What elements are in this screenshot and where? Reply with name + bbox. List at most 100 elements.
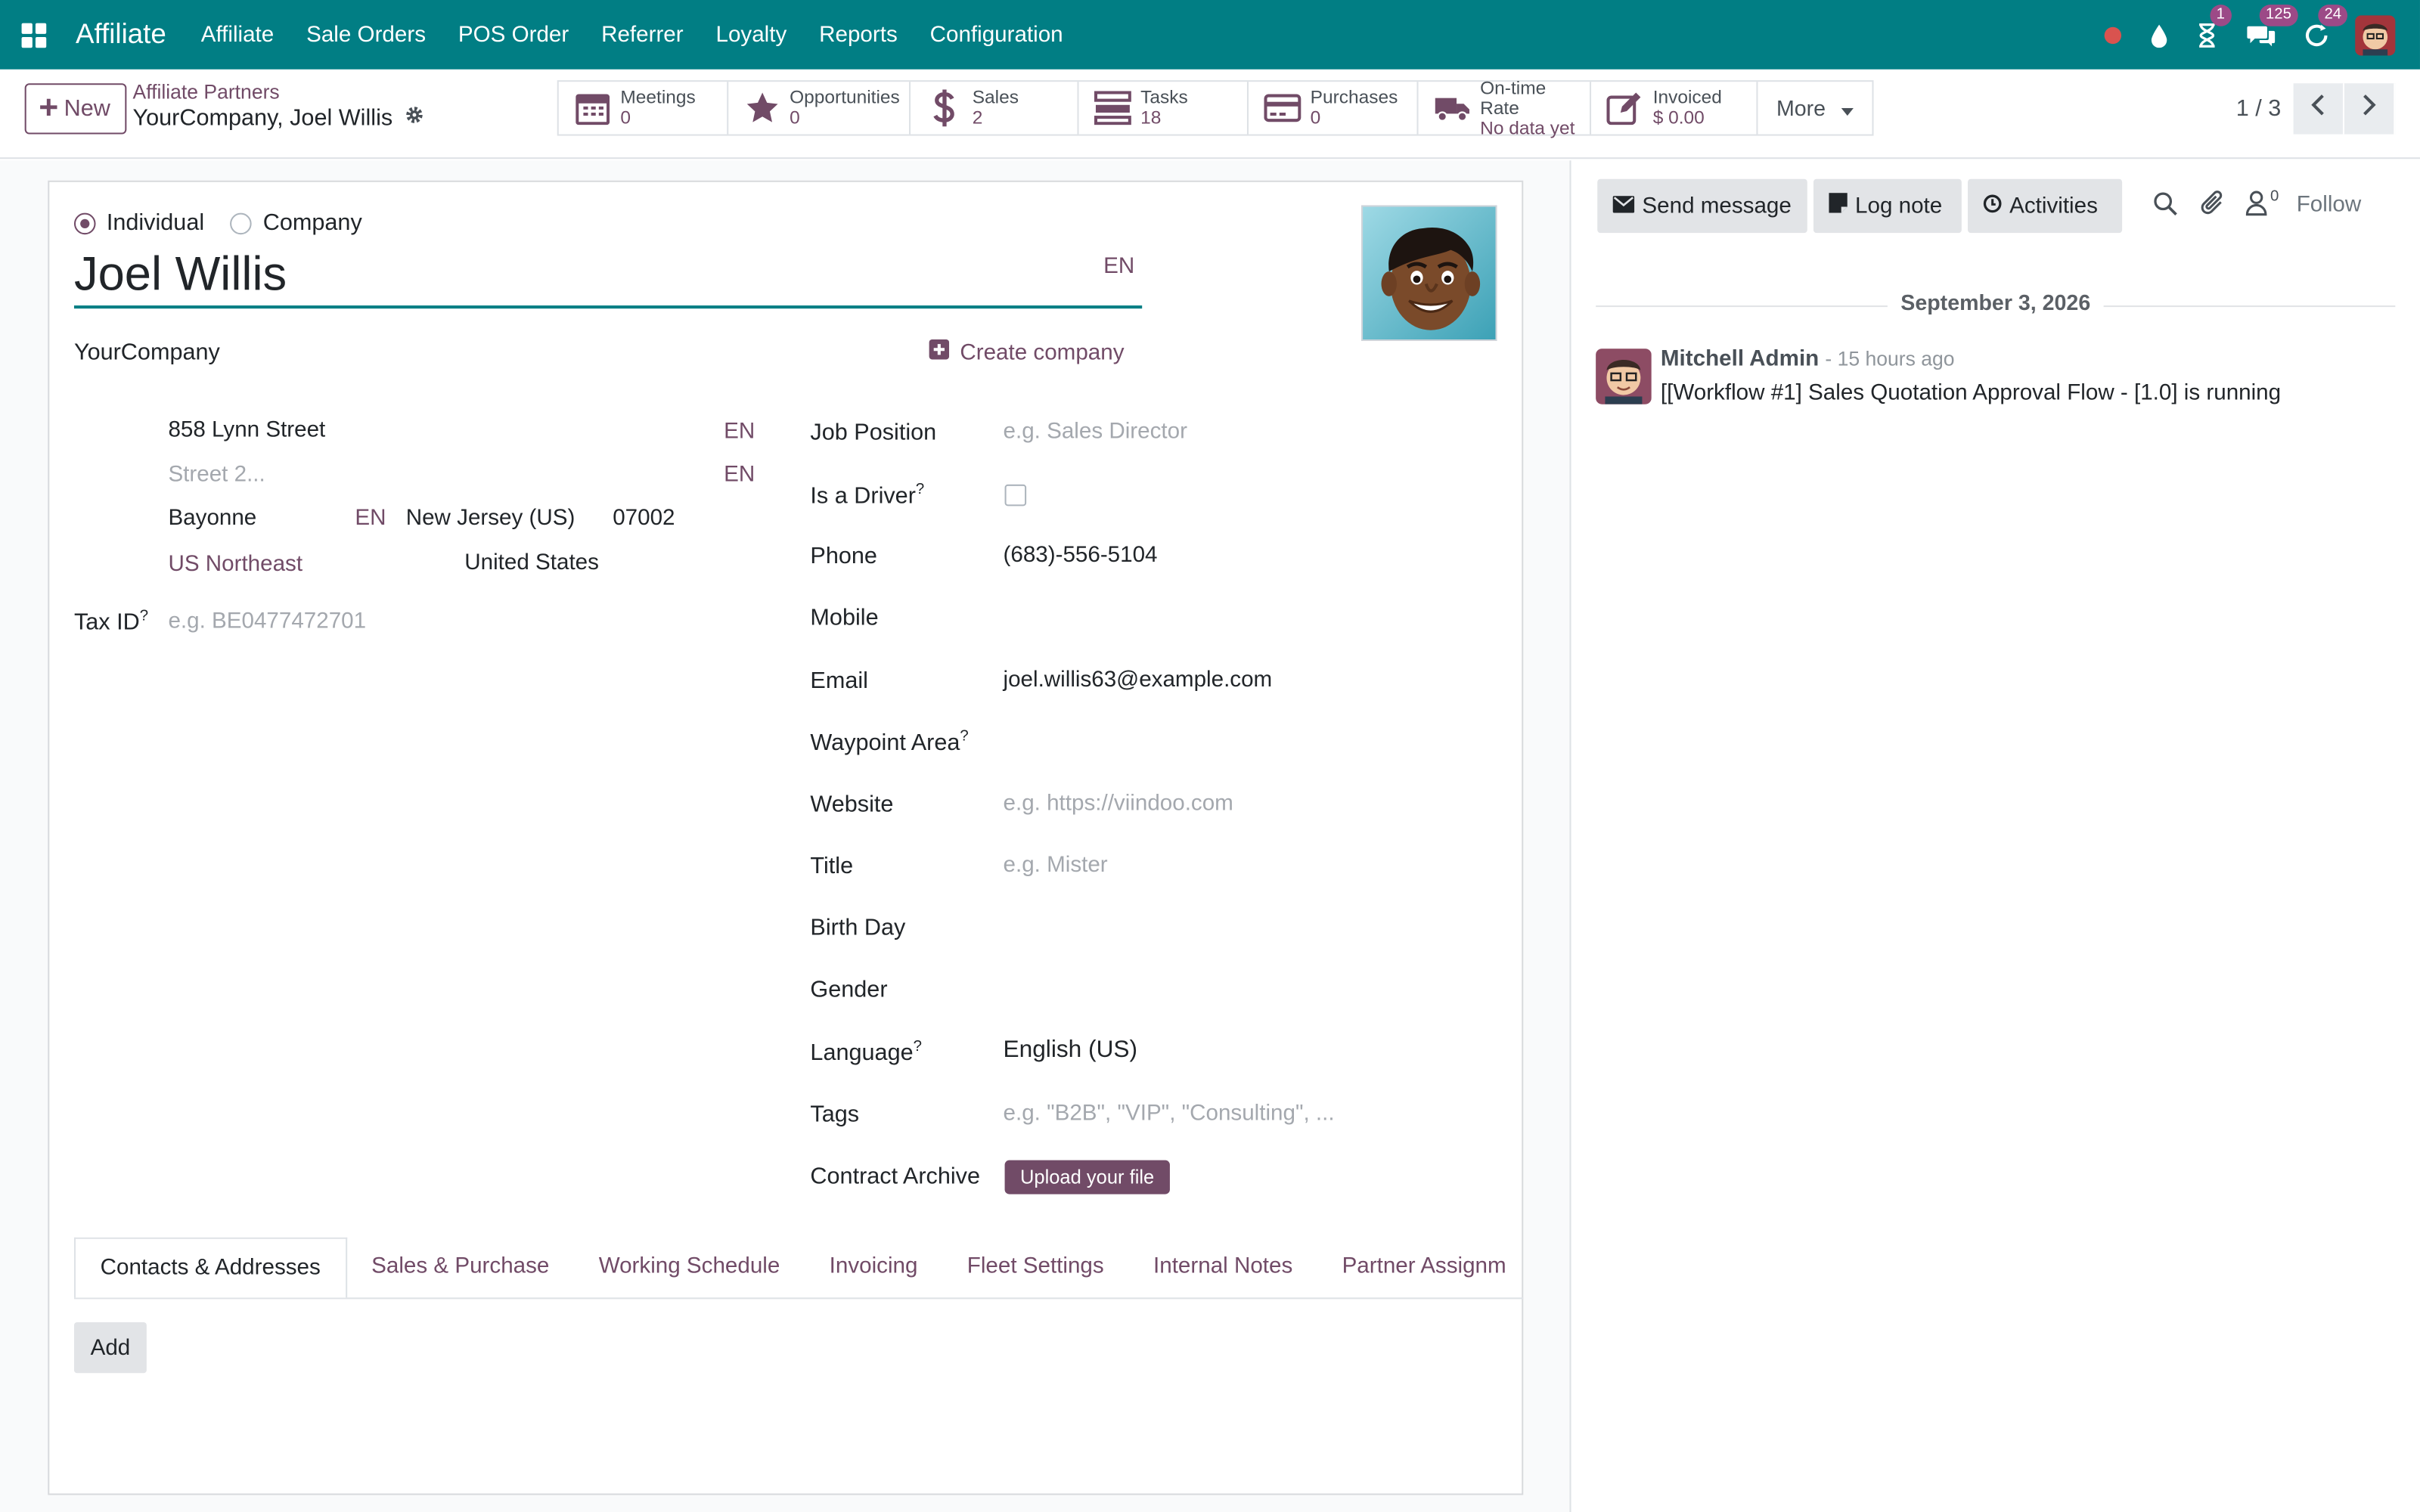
website-input[interactable]: e.g. https://viindoo.com bbox=[1004, 792, 1233, 816]
follow-button[interactable]: Follow bbox=[2297, 193, 2362, 218]
contract-archive-label: Contract Archive bbox=[810, 1163, 981, 1190]
city-translate-button[interactable]: EN bbox=[355, 506, 386, 531]
gender-select[interactable] bbox=[1004, 971, 1466, 1008]
help-tooltip-icon[interactable]: ? bbox=[916, 482, 924, 498]
street-translate-button[interactable]: EN bbox=[724, 420, 755, 445]
purchases-count: 0 bbox=[1310, 106, 1321, 129]
updates-icon[interactable]: 24 bbox=[2304, 4, 2348, 48]
birthday-input[interactable] bbox=[1004, 909, 1466, 946]
street-input[interactable]: 858 Lynn Street bbox=[168, 418, 325, 443]
tab-working-schedule[interactable]: Working Schedule bbox=[574, 1238, 805, 1298]
message-author[interactable]: Mitchell Admin bbox=[1661, 347, 1819, 372]
activity-hourglass-icon[interactable]: 1 bbox=[2196, 4, 2232, 48]
pager-previous-button[interactable] bbox=[2293, 83, 2344, 135]
messages-badge: 125 bbox=[2259, 4, 2298, 26]
app-brand[interactable]: Affiliate bbox=[76, 18, 166, 51]
website-label: Website bbox=[810, 791, 894, 818]
tab-fleet-settings[interactable]: Fleet Settings bbox=[942, 1238, 1128, 1298]
menu-pos-order[interactable]: POS Order bbox=[442, 23, 585, 48]
followers-button[interactable]: 0 bbox=[2245, 188, 2279, 224]
add-contact-button[interactable]: Add bbox=[73, 1321, 147, 1374]
partner-name-input[interactable]: Joel Willis bbox=[74, 247, 287, 302]
name-translate-button[interactable]: EN bbox=[1103, 255, 1134, 280]
language-select[interactable]: English (US) bbox=[1004, 1036, 1138, 1064]
waypoint-area-input[interactable] bbox=[1004, 723, 1466, 761]
menu-referrer[interactable]: Referrer bbox=[585, 23, 700, 48]
language-label: Language? bbox=[810, 1038, 922, 1066]
meetings-smart-button[interactable]: Meetings 0 bbox=[559, 82, 729, 135]
menu-affiliate[interactable]: Affiliate bbox=[185, 23, 290, 48]
ontime-rate-smart-button[interactable]: On-time Rate No data yet bbox=[1418, 77, 1592, 138]
tab-internal-notes[interactable]: Internal Notes bbox=[1128, 1238, 1317, 1298]
more-button[interactable]: More bbox=[1758, 82, 1872, 134]
help-tooltip-icon[interactable]: ? bbox=[914, 1038, 922, 1055]
menu-configuration[interactable]: Configuration bbox=[914, 23, 1079, 48]
invoiced-amount: $ 0.00 bbox=[1652, 106, 1705, 129]
sales-smart-button[interactable]: Sales 2 bbox=[911, 82, 1079, 135]
city-input[interactable]: Bayonne bbox=[168, 506, 256, 531]
street2-translate-button[interactable]: EN bbox=[724, 463, 755, 488]
notebook-tabs: Contacts & Addresses Sales & Purchase Wo… bbox=[73, 1237, 1524, 1300]
tab-partner-assignment[interactable]: Partner Assignm bbox=[1317, 1238, 1523, 1298]
invoiced-label: Invoiced bbox=[1652, 86, 1722, 108]
new-button[interactable]: New bbox=[24, 83, 127, 135]
phone-input[interactable]: (683)-556-5104 bbox=[1004, 543, 1158, 568]
tax-id-label-text: Tax ID bbox=[73, 609, 140, 636]
gear-icon[interactable] bbox=[405, 105, 426, 132]
radio-individual[interactable] bbox=[73, 212, 96, 234]
activities-button[interactable]: Activities bbox=[1968, 178, 2123, 234]
radio-individual-label[interactable]: Individual bbox=[107, 210, 204, 237]
region-link[interactable]: US Northeast bbox=[168, 553, 302, 578]
street2-input[interactable]: Street 2... bbox=[168, 463, 265, 488]
mobile-label: Mobile bbox=[810, 604, 879, 631]
activities-label: Activities bbox=[2009, 194, 2098, 218]
send-message-button[interactable]: Send message bbox=[1597, 178, 1807, 234]
paperclip-icon[interactable] bbox=[2201, 190, 2226, 225]
zip-input[interactable]: 07002 bbox=[613, 506, 675, 531]
menu-reports[interactable]: Reports bbox=[803, 23, 914, 48]
mobile-input[interactable] bbox=[1004, 599, 1466, 636]
send-message-label: Send message bbox=[1642, 194, 1792, 218]
breadcrumb-parent[interactable]: Affiliate Partners bbox=[133, 80, 280, 104]
pager-value[interactable]: 1 / 3 bbox=[2236, 96, 2282, 122]
state-select[interactable]: New Jersey (US) bbox=[406, 506, 576, 531]
partner-avatar[interactable] bbox=[1360, 205, 1497, 342]
invoiced-smart-button[interactable]: Invoiced $ 0.00 bbox=[1591, 82, 1758, 135]
app-menu-icon[interactable] bbox=[21, 22, 47, 48]
chevron-left-icon bbox=[2310, 94, 2325, 123]
search-icon[interactable] bbox=[2153, 191, 2178, 224]
job-position-label: Job Position bbox=[810, 420, 937, 446]
pager-next-button[interactable] bbox=[2344, 83, 2396, 135]
tasks-smart-button[interactable]: Tasks 18 bbox=[1079, 82, 1249, 135]
user-avatar[interactable] bbox=[2355, 14, 2396, 55]
messages-icon[interactable]: 125 bbox=[2245, 4, 2298, 48]
opportunities-smart-button[interactable]: Opportunities 0 bbox=[728, 82, 911, 135]
log-note-button[interactable]: Log note bbox=[1813, 178, 1962, 234]
message-author-avatar[interactable] bbox=[1596, 349, 1652, 404]
radio-company[interactable] bbox=[230, 212, 253, 234]
pencil-square-icon bbox=[1606, 91, 1643, 125]
birthday-label: Birth Day bbox=[810, 915, 906, 941]
drop-icon[interactable] bbox=[2150, 23, 2168, 48]
tab-contacts-addresses[interactable]: Contacts & Addresses bbox=[73, 1237, 347, 1298]
tab-sales-purchase[interactable]: Sales & Purchase bbox=[347, 1238, 575, 1298]
tax-id-input[interactable]: e.g. BE0477472701 bbox=[168, 609, 366, 634]
title-select[interactable]: e.g. Mister bbox=[1004, 854, 1108, 878]
email-input[interactable]: joel.willis63@example.com bbox=[1004, 668, 1273, 693]
clock-icon bbox=[1983, 194, 2002, 218]
upload-file-button[interactable]: Upload your file bbox=[1004, 1160, 1170, 1194]
country-select[interactable]: United States bbox=[464, 551, 599, 576]
help-tooltip-icon[interactable]: ? bbox=[960, 728, 968, 745]
create-company-button[interactable]: Create company bbox=[929, 339, 1124, 367]
radio-company-label[interactable]: Company bbox=[263, 210, 362, 237]
menu-loyalty[interactable]: Loyalty bbox=[700, 23, 803, 48]
record-icon[interactable] bbox=[2104, 26, 2122, 44]
is-driver-checkbox[interactable] bbox=[1004, 484, 1027, 507]
parent-company-field[interactable]: YourCompany bbox=[74, 339, 220, 366]
job-position-input[interactable]: e.g. Sales Director bbox=[1004, 420, 1187, 445]
menu-sale-orders[interactable]: Sale Orders bbox=[290, 23, 442, 48]
help-tooltip-icon[interactable]: ? bbox=[140, 608, 148, 624]
tags-input[interactable]: e.g. "B2B", "VIP", "Consulting", ... bbox=[1004, 1101, 1335, 1126]
tab-invoicing[interactable]: Invoicing bbox=[805, 1238, 942, 1298]
purchases-smart-button[interactable]: Purchases 0 bbox=[1249, 82, 1419, 135]
